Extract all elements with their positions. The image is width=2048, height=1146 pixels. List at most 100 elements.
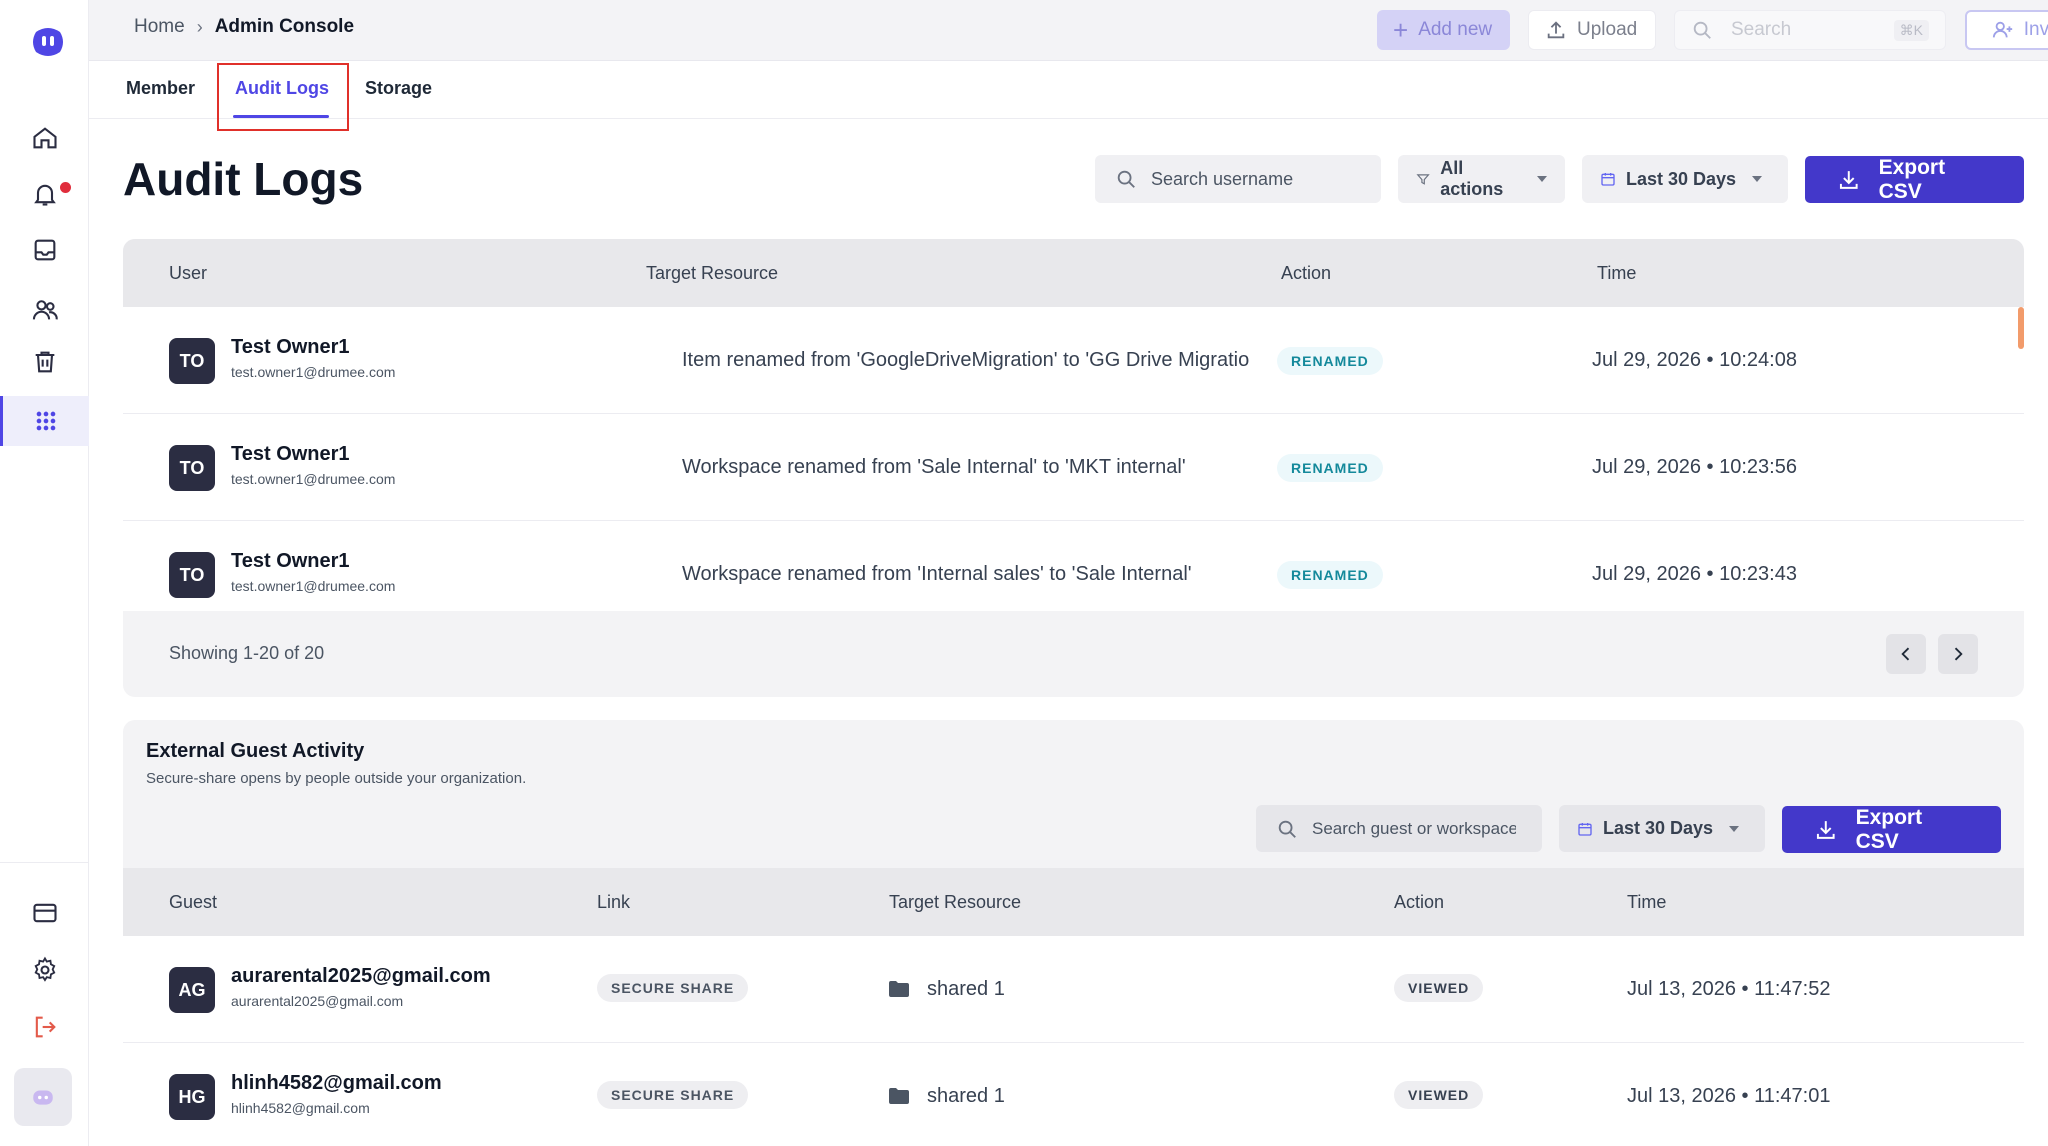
admin-tabs: Member Audit Logs Storage bbox=[89, 61, 2048, 131]
settings-gear-icon[interactable] bbox=[0, 945, 89, 995]
date-range-dropdown[interactable]: Last 30 Days bbox=[1582, 155, 1788, 203]
chevron-down-icon bbox=[1537, 176, 1547, 182]
inbox-icon[interactable] bbox=[0, 225, 89, 275]
upload-button[interactable]: Upload bbox=[1528, 10, 1656, 50]
global-search-input[interactable]: Search ⌘K bbox=[1674, 10, 1946, 50]
section-title: External Guest Activity bbox=[146, 740, 365, 762]
actions-filter-dropdown[interactable]: All actions bbox=[1398, 155, 1565, 203]
user-name: Test Owner1 bbox=[231, 336, 350, 358]
breadcrumb-home-link[interactable]: Home bbox=[134, 16, 185, 38]
export-csv-button[interactable]: Export CSV bbox=[1805, 156, 2024, 203]
avatar: TO bbox=[169, 338, 215, 384]
column-header-action: Action bbox=[1281, 263, 1332, 283]
trash-icon[interactable] bbox=[0, 337, 89, 387]
target-resource: Workspace renamed from 'Internal sales' … bbox=[682, 563, 1192, 585]
target-resource: Workspace renamed from 'Sale Internal' t… bbox=[682, 456, 1186, 478]
table-row[interactable]: HG hlinh4582@gmail.com hlinh4582@gmail.c… bbox=[123, 1043, 2024, 1146]
upload-icon bbox=[1547, 21, 1565, 39]
guest-export-csv-label: Export CSV bbox=[1855, 805, 1923, 853]
user-name: Test Owner1 bbox=[231, 443, 350, 465]
avatar: AG bbox=[169, 967, 215, 1013]
apps-grid-icon[interactable] bbox=[0, 396, 89, 446]
event-time: Jul 29, 2026 • 10:23:43 bbox=[1592, 563, 1797, 585]
column-header-guest: Guest bbox=[169, 892, 218, 912]
chevron-left-icon bbox=[1901, 647, 1910, 661]
notification-dot bbox=[60, 182, 71, 193]
table-scrollbar-thumb[interactable] bbox=[2018, 307, 2024, 349]
table-row[interactable]: AG aurarental2025@gmail.com aurarental20… bbox=[123, 936, 2024, 1043]
add-new-label: Add new bbox=[1418, 19, 1493, 40]
action-badge: RENAMED bbox=[1277, 454, 1383, 482]
bell-icon[interactable] bbox=[0, 169, 89, 219]
guest-date-range-label: Last 30 Days bbox=[1603, 818, 1714, 838]
column-header-time: Time bbox=[1597, 263, 1637, 283]
billing-card-icon[interactable] bbox=[0, 888, 89, 938]
event-time: Jul 13, 2026 • 11:47:52 bbox=[1627, 978, 1831, 1000]
add-new-button[interactable]: + Add new bbox=[1377, 10, 1510, 50]
column-header-action: Action bbox=[1394, 892, 1445, 912]
event-time: Jul 29, 2026 • 10:24:08 bbox=[1592, 349, 1797, 371]
search-guest-input[interactable]: Search guest or workspace bbox=[1256, 805, 1542, 852]
tab-storage[interactable]: Storage bbox=[365, 78, 432, 99]
search-icon bbox=[1278, 820, 1296, 838]
assistant-bot-icon[interactable] bbox=[14, 1068, 72, 1126]
guest-email: hlinh4582@gmail.com bbox=[231, 1100, 370, 1116]
app-logo-icon[interactable] bbox=[28, 22, 68, 62]
table-row[interactable]: TO Test Owner1 test.owner1@drumee.com Wo… bbox=[123, 414, 2024, 521]
prev-page-button[interactable] bbox=[1886, 634, 1926, 674]
action-badge: RENAMED bbox=[1277, 561, 1383, 589]
guest-name: hlinh4582@gmail.com bbox=[231, 1072, 442, 1094]
guest-date-range-dropdown[interactable]: Last 30 Days bbox=[1559, 805, 1765, 852]
invite-button[interactable]: Invite bbox=[1965, 10, 2048, 50]
page-title: Audit Logs bbox=[123, 153, 364, 205]
search-icon bbox=[1117, 170, 1135, 188]
target-resource: shared 1 bbox=[927, 978, 1005, 1000]
folder-icon bbox=[889, 1088, 909, 1104]
avatar: TO bbox=[169, 552, 215, 598]
chevron-right-icon bbox=[1954, 647, 1963, 661]
date-range-label: Last 30 Days bbox=[1626, 168, 1737, 189]
event-time: Jul 13, 2026 • 11:47:01 bbox=[1627, 1085, 1831, 1107]
pagination-summary: Showing 1-20 of 20 bbox=[169, 643, 325, 663]
tab-member[interactable]: Member bbox=[126, 78, 195, 99]
sidebar-divider bbox=[0, 862, 89, 863]
breadcrumb-separator: › bbox=[196, 16, 203, 37]
export-csv-label: Export CSV bbox=[1878, 155, 1946, 203]
top-bar: Home › Admin Console + Add new Upload Se… bbox=[89, 0, 2048, 61]
table-row[interactable]: TO Test Owner1 test.owner1@drumee.com Wo… bbox=[123, 521, 2024, 611]
table-row[interactable]: TO Test Owner1 test.owner1@drumee.com It… bbox=[123, 307, 2024, 414]
search-username-input[interactable]: Search username bbox=[1095, 155, 1381, 203]
sidebar bbox=[0, 0, 89, 1146]
section-subtitle: Secure-share opens by people outside you… bbox=[146, 770, 527, 787]
column-header-target-resource: Target Resource bbox=[646, 263, 779, 283]
search-shortcut-badge: ⌘K bbox=[1893, 19, 1929, 41]
avatar: TO bbox=[169, 445, 215, 491]
column-header-user: User bbox=[169, 263, 208, 283]
guest-email: aurarental2025@gmail.com bbox=[231, 993, 404, 1009]
user-email: test.owner1@drumee.com bbox=[231, 364, 396, 380]
search-guest-placeholder: Search guest or workspace bbox=[1312, 818, 1516, 838]
column-header-time: Time bbox=[1627, 892, 1667, 912]
chevron-down-icon bbox=[1752, 176, 1763, 182]
next-page-button[interactable] bbox=[1938, 634, 1978, 674]
action-badge: VIEWED bbox=[1394, 1081, 1484, 1109]
filter-icon bbox=[1416, 174, 1430, 185]
user-email: test.owner1@drumee.com bbox=[231, 471, 396, 487]
user-name: Test Owner1 bbox=[231, 550, 350, 572]
user-email: test.owner1@drumee.com bbox=[231, 578, 396, 594]
add-user-icon bbox=[1992, 21, 2012, 38]
table-header: User Target Resource Action Time bbox=[123, 239, 2024, 307]
guest-export-csv-button[interactable]: Export CSV bbox=[1782, 806, 2001, 853]
event-time: Jul 29, 2026 • 10:23:56 bbox=[1592, 456, 1797, 478]
actions-filter-label: All actions bbox=[1440, 158, 1504, 199]
breadcrumb: Home › Admin Console bbox=[134, 16, 354, 38]
users-icon[interactable] bbox=[0, 285, 89, 335]
search-username-placeholder: Search username bbox=[1151, 168, 1294, 189]
guest-table-header: Guest Link Target Resource Action Time bbox=[123, 868, 2024, 936]
calendar-icon bbox=[1578, 822, 1592, 836]
logout-icon[interactable] bbox=[0, 1002, 89, 1052]
home-icon[interactable] bbox=[0, 113, 89, 163]
audit-log-table: User Target Resource Action Time TO Test… bbox=[123, 239, 2024, 697]
folder-icon bbox=[889, 981, 909, 997]
calendar-icon bbox=[1601, 173, 1615, 186]
